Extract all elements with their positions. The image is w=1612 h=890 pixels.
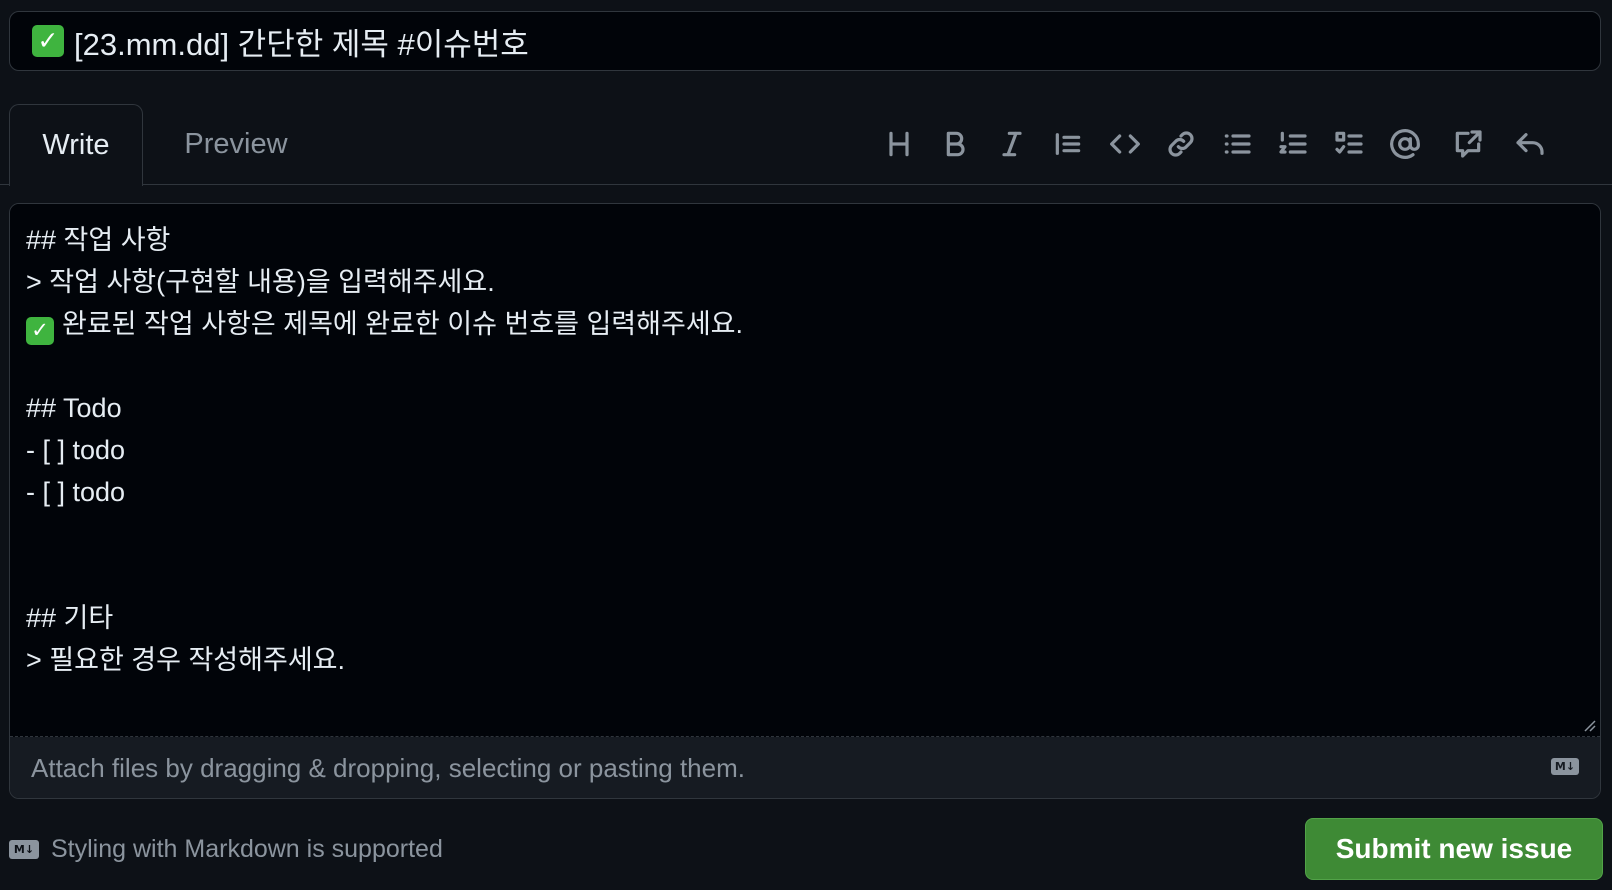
comment-body-textarea[interactable]: ## 작업 사항 > 작업 사항(구현할 내용)을 입력해주세요. ✓ 완료된 작… [10, 204, 1600, 737]
tab-write[interactable]: Write [9, 104, 143, 186]
editor-line: ✓ 완료된 작업 사항은 제목에 완료한 이슈 번호를 입력해주세요. [26, 303, 1584, 345]
editor-line: > 작업 사항(구현할 내용)을 입력해주세요. [26, 267, 495, 297]
check-mark-emoji-icon: ✓ [26, 316, 54, 345]
markdown-icon: M↓ [9, 839, 39, 859]
bulleted-list-icon[interactable] [1215, 122, 1259, 166]
comment-editor: ## 작업 사항 > 작업 사항(구현할 내용)을 입력해주세요. ✓ 완료된 작… [9, 203, 1601, 799]
editor-line-text: 완료된 작업 사항은 제목에 완료한 이슈 번호를 입력해주세요. [62, 309, 744, 339]
editor-line: - [ ] todo [26, 435, 126, 465]
editor-line: ## 기타 [26, 603, 114, 633]
tab-preview[interactable]: Preview [160, 104, 312, 185]
mention-icon[interactable] [1383, 122, 1427, 166]
editor-line: ## 작업 사항 [26, 225, 171, 255]
cross-reference-icon[interactable] [1446, 122, 1490, 166]
editor-line: ## Todo [26, 393, 122, 423]
attach-files-text: Attach files by dragging & dropping, sel… [31, 752, 745, 783]
quote-icon[interactable] [1046, 122, 1090, 166]
italic-icon[interactable] [990, 122, 1034, 166]
editor-line: > 필요한 경우 작성해주세요. [26, 645, 346, 675]
saved-reply-icon[interactable] [1508, 122, 1552, 166]
bold-icon[interactable] [933, 122, 977, 166]
code-icon[interactable] [1103, 122, 1147, 166]
markdown-help-text: Styling with Markdown is supported [51, 834, 443, 863]
link-icon[interactable] [1159, 122, 1203, 166]
editor-line: - [ ] todo [26, 477, 126, 507]
markdown-help-link[interactable]: M↓ Styling with Markdown is supported [9, 831, 443, 867]
submit-new-issue-button[interactable]: Submit new issue [1305, 818, 1603, 880]
issue-title-text: [23.mm.dd] 간단한 제목 #이슈번호 [74, 26, 529, 62]
markdown-icon: M↓ [1551, 758, 1579, 775]
check-mark-emoji-icon: ✓ [32, 25, 64, 57]
heading-icon[interactable] [877, 122, 921, 166]
resize-handle-icon[interactable] [1582, 718, 1596, 732]
task-list-icon[interactable] [1327, 122, 1371, 166]
attach-files-area[interactable]: Attach files by dragging & dropping, sel… [10, 737, 1600, 798]
numbered-list-icon[interactable] [1271, 122, 1315, 166]
editor-tab-bar: Write Preview [0, 104, 1612, 186]
issue-title-input[interactable]: ✓ [23.mm.dd] 간단한 제목 #이슈번호 [9, 11, 1601, 71]
